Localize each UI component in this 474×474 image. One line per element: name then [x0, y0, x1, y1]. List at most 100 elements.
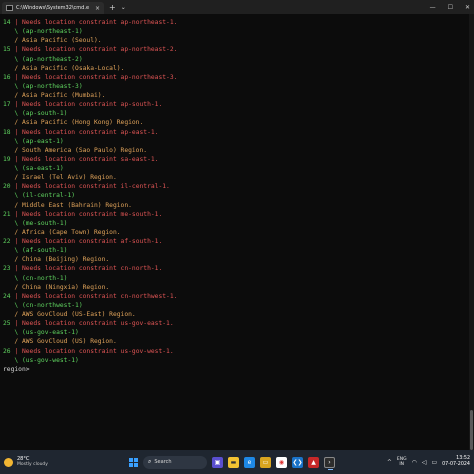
- maximize-button[interactable]: ☐: [448, 4, 453, 11]
- option-help-text: | Needs location constraint cn-northwest…: [10, 292, 178, 300]
- terminal-tab[interactable]: C:\Windows\System32\cmd.e ×: [2, 2, 105, 14]
- option-help-text: | Needs location constraint ap-east-1.: [10, 128, 159, 136]
- terminal-line: / China (Beijing) Region.: [3, 256, 110, 264]
- tray-overflow-chevron-icon[interactable]: ^: [387, 459, 392, 466]
- option-help-text: | Needs location constraint us-gov-east-…: [10, 320, 174, 328]
- task-view-icon[interactable]: ▣: [212, 456, 223, 468]
- scrollbar-thumb[interactable]: [470, 410, 473, 450]
- option-number: 19: [3, 155, 11, 163]
- battery-icon[interactable]: ▭: [431, 459, 437, 466]
- vscode-icon[interactable]: ❮❯: [292, 456, 303, 468]
- cmd-icon: [6, 5, 13, 11]
- close-button[interactable]: ✕: [465, 4, 470, 11]
- option-number: 15: [3, 46, 11, 54]
- terminal-line: \ (us-gov-west-1): [3, 356, 79, 364]
- folder-icon[interactable]: ▭: [260, 456, 271, 468]
- terminal-line: 19 | Needs location constraint sa-east-1…: [3, 155, 465, 164]
- option-number: 16: [3, 73, 11, 81]
- option-help-text: | Needs location constraint sa-east-1.: [10, 155, 159, 163]
- taskbar-search[interactable]: ⌕ Search: [143, 455, 207, 469]
- volume-icon[interactable]: ◁: [422, 459, 427, 466]
- terminal-line: 15 | Needs location constraint ap-northe…: [3, 45, 465, 54]
- option-help-text: | Needs location constraint af-south-1.: [10, 238, 163, 245]
- option-number: 25: [3, 320, 11, 328]
- terminal-line: 17 | Needs location constraint ap-south-…: [3, 100, 465, 109]
- terminal-line: / Asia Pacific (Seoul).: [3, 37, 102, 45]
- terminal-line: \ (cn-north-1): [3, 274, 68, 282]
- terminal-line: 18 | Needs location constraint ap-east-1…: [3, 128, 465, 137]
- option-number: 22: [3, 238, 11, 245]
- terminal-line: \ (ap-east-1): [3, 137, 64, 145]
- language-indicator[interactable]: ENG IN: [397, 457, 407, 468]
- edge-icon[interactable]: e: [244, 456, 255, 468]
- terminal-line: 26 | Needs location constraint us-gov-we…: [3, 347, 465, 356]
- clock-date: 07-07-2024: [442, 462, 470, 467]
- tab-dropdown-button[interactable]: ⌄: [121, 4, 126, 11]
- tab-title: C:\Windows\System32\cmd.e: [16, 5, 90, 11]
- terminal-line: region>: [3, 365, 30, 373]
- option-help-text: | Needs location constraint cn-north-1.: [10, 265, 163, 273]
- option-number: 23: [3, 265, 11, 273]
- option-number: 18: [3, 128, 11, 136]
- option-number: 20: [3, 183, 11, 191]
- terminal-line: \ (us-gov-east-1): [3, 329, 79, 337]
- terminal-line: 24 | Needs location constraint cn-northw…: [3, 292, 465, 301]
- terminal-line: 21 | Needs location constraint me-south-…: [3, 210, 465, 219]
- terminal-line: \ (ap-northeast-2): [3, 55, 83, 63]
- terminal-line: / AWS GovCloud (US) Region.: [3, 338, 117, 346]
- option-help-text: | Needs location constraint ap-northeast…: [10, 73, 178, 81]
- terminal-line: / Israel (Tel Aviv) Region.: [3, 174, 117, 182]
- option-help-text: | Needs location constraint us-gov-west-…: [10, 347, 174, 355]
- system-tray: ^ ENG IN ◠ ◁ ▭ 13:52 07-07-2024: [387, 450, 470, 474]
- option-help-text: | Needs location constraint ap-northeast…: [10, 46, 178, 54]
- option-number: 21: [3, 210, 11, 218]
- clock[interactable]: 13:52 07-07-2024: [442, 456, 470, 468]
- search-placeholder: Search: [154, 459, 172, 465]
- terminal-line: 23 | Needs location constraint cn-north-…: [3, 264, 465, 273]
- chrome-icon[interactable]: ◉: [276, 456, 287, 468]
- search-icon: ⌕: [148, 458, 152, 465]
- terminal-line: \ (ap-northeast-3): [3, 82, 83, 90]
- terminal-line: \ (il-central-1): [3, 192, 76, 200]
- option-help-text: | Needs location constraint ap-northeast…: [10, 19, 178, 26]
- app-icon[interactable]: ▲: [308, 456, 319, 468]
- terminal-line: / Asia Pacific (Osaka-Local).: [3, 64, 125, 72]
- minimize-button[interactable]: —: [430, 4, 436, 11]
- tab-close-button[interactable]: ×: [95, 5, 100, 12]
- option-number: 17: [3, 101, 11, 109]
- terminal-line: / South America (Sao Paulo) Region.: [3, 146, 148, 154]
- language-region: IN: [399, 462, 405, 467]
- terminal-line: / Middle East (Bahrain) Region.: [3, 201, 132, 209]
- scrollbar[interactable]: [469, 14, 474, 450]
- terminal-line: 20 | Needs location constraint il-centra…: [3, 182, 465, 191]
- terminal-line: / Asia Pacific (Mumbai).: [3, 92, 106, 99]
- weather-widget[interactable]: 28°C Mostly cloudy: [4, 456, 84, 468]
- terminal-line: \ (sa-east-1): [3, 165, 64, 172]
- terminal-line: \ (cn-northwest-1): [3, 301, 83, 309]
- terminal-line: / Africa (Cape Town) Region.: [3, 228, 121, 236]
- file-explorer-icon[interactable]: ▬: [228, 456, 239, 468]
- terminal-line: \ (me-south-1): [3, 219, 68, 227]
- wifi-icon[interactable]: ◠: [412, 459, 417, 466]
- terminal-line: / China (Ningxia) Region.: [3, 283, 110, 291]
- terminal-line: / AWS GovCloud (US-East) Region.: [3, 311, 136, 318]
- window-controls: — ☐ ✕: [430, 0, 470, 14]
- terminal-taskbar-icon[interactable]: ›: [324, 456, 335, 470]
- terminal-line: \ (ap-south-1): [3, 110, 68, 118]
- terminal-line: 16 | Needs location constraint ap-northe…: [3, 73, 465, 82]
- terminal-output[interactable]: 14 | Needs location constraint ap-northe…: [3, 18, 465, 448]
- option-number: 26: [3, 347, 11, 355]
- taskbar: 28°C Mostly cloudy ⌕ Search ▣ ▬ e ▭ ◉ ❮❯…: [0, 450, 474, 474]
- terminal-line: 14 | Needs location constraint ap-northe…: [3, 18, 465, 27]
- terminal-line: 25 | Needs location constraint us-gov-ea…: [3, 319, 465, 328]
- windows-icon[interactable]: [129, 457, 138, 467]
- option-number: 14: [3, 19, 11, 26]
- option-help-text: | Needs location constraint ap-south-1.: [10, 101, 163, 109]
- new-tab-button[interactable]: +: [109, 3, 116, 12]
- option-help-text: | Needs location constraint il-central-1…: [10, 183, 170, 191]
- title-bar: C:\Windows\System32\cmd.e × + ⌄ — ☐ ✕: [0, 0, 474, 14]
- terminal-line: \ (af-south-1): [3, 247, 68, 255]
- taskbar-apps: ⌕ Search ▣ ▬ e ▭ ◉ ❮❯ ▲ ›: [129, 455, 335, 470]
- weather-description: Mostly cloudy: [17, 462, 48, 467]
- terminal-line: / Asia Pacific (Hong Kong) Region.: [3, 119, 144, 127]
